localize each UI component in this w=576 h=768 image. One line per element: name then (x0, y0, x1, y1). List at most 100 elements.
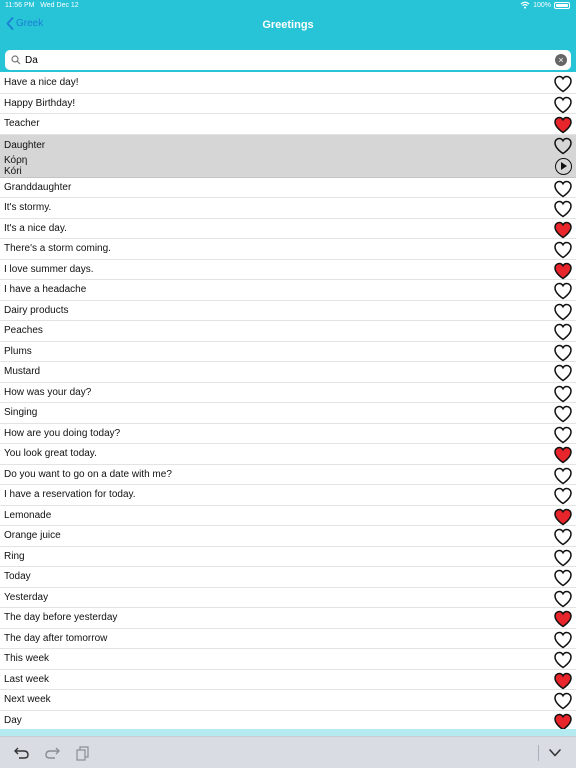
phrase-label: Last week (4, 673, 50, 685)
wifi-icon (520, 1, 530, 9)
heart-icon[interactable] (553, 74, 573, 93)
list-item[interactable]: It's stormy. (0, 198, 576, 219)
list-item[interactable]: Granddaughter (0, 178, 576, 198)
list-item[interactable]: Yesterday (0, 588, 576, 608)
phrase-label: The day after tomorrow (4, 632, 108, 644)
heart-icon[interactable] (553, 445, 573, 464)
chevron-down-icon[interactable] (546, 745, 564, 761)
list-item[interactable]: Mustard (0, 362, 576, 383)
heart-icon[interactable] (553, 712, 573, 731)
list-item[interactable]: How was your day? (0, 383, 576, 403)
list-item[interactable]: Have a nice day! (0, 73, 576, 94)
heart-icon[interactable] (553, 507, 573, 526)
heart-icon[interactable] (553, 609, 573, 628)
list-item[interactable]: You look great today. (0, 444, 576, 465)
phrase-label: Peaches (4, 325, 43, 336)
heart-icon[interactable] (553, 425, 573, 444)
phrase-label: It's stormy. (4, 202, 52, 213)
heart-icon[interactable] (553, 363, 573, 382)
heart-icon[interactable] (553, 302, 573, 321)
list-item[interactable]: Ring (0, 547, 576, 567)
heart-icon[interactable] (553, 343, 573, 362)
list-item[interactable]: I love summer days. (0, 260, 576, 280)
list-item[interactable]: Peaches (0, 321, 576, 342)
heart-icon[interactable] (553, 548, 573, 567)
list-item[interactable]: Happy Birthday! (0, 94, 576, 114)
phrase-label: The day before yesterday (4, 612, 118, 623)
keyboard-toolbar (0, 736, 576, 768)
heart-icon[interactable] (553, 589, 573, 608)
heart-icon[interactable] (553, 281, 573, 300)
phrase-label: Today (4, 571, 31, 582)
phrase-label: Happy Birthday! (4, 97, 76, 109)
phrase-label: There's a storm coming. (4, 243, 111, 254)
heart-icon[interactable] (553, 486, 573, 505)
list-item[interactable]: Lemonade (0, 506, 576, 526)
phrase-label: I love summer days. (4, 263, 94, 275)
top-bar: 11:56 PM Wed Dec 12 100% Greek Greetings… (0, 0, 576, 72)
list-item[interactable]: I have a headache (0, 280, 576, 301)
search-input[interactable] (25, 52, 545, 68)
clear-icon[interactable]: × (555, 54, 567, 66)
transliteration: Kóri (4, 165, 22, 177)
phrase-label: Do you want to go on a date with me? (4, 468, 172, 480)
toolbar-separator (538, 745, 539, 761)
list-item[interactable]: I have a reservation for today. (0, 485, 576, 506)
phrase-label: Next week (4, 694, 51, 705)
phrase-label: Have a nice day! (4, 77, 79, 88)
undo-icon[interactable] (13, 745, 31, 761)
heart-icon[interactable] (553, 650, 573, 669)
list-item[interactable]: The day before yesterday (0, 608, 576, 629)
list-item[interactable]: Next week (0, 690, 576, 711)
heart-icon[interactable] (553, 404, 573, 423)
redo-icon[interactable] (43, 745, 61, 761)
list-item[interactable]: Singing (0, 403, 576, 424)
list-item[interactable]: Teacher (0, 114, 576, 135)
phrase-label: Lemonade (4, 509, 52, 521)
paste-icon[interactable] (74, 745, 92, 761)
list-item[interactable]: Plums (0, 342, 576, 362)
status-right: 100% (520, 1, 570, 9)
heart-icon[interactable] (553, 630, 573, 649)
heart-icon[interactable] (553, 179, 573, 198)
list-item[interactable]: Dairy products (0, 301, 576, 321)
play-icon[interactable] (555, 157, 572, 175)
phrase-label: Daughter (4, 139, 46, 151)
heart-icon[interactable] (553, 384, 573, 403)
list-item[interactable]: How are you doing today? (0, 424, 576, 444)
list-item[interactable]: Last week (0, 670, 576, 690)
heart-icon[interactable] (553, 240, 573, 259)
phrase-label: I have a reservation for today. (4, 489, 136, 500)
heart-icon[interactable] (553, 95, 573, 114)
heart-icon[interactable] (553, 115, 573, 134)
search-icon (11, 55, 21, 65)
phrase-label: You look great today. (4, 448, 97, 459)
list-item[interactable]: This week (0, 649, 576, 670)
heart-icon[interactable] (553, 466, 573, 485)
phrase-label: Day (4, 714, 22, 726)
list-item[interactable]: Do you want to go on a date with me? (0, 465, 576, 485)
phrase-label: Mustard (4, 366, 41, 377)
phrase-label: It's a nice day. (4, 222, 67, 234)
list-item[interactable]: There's a storm coming. (0, 239, 576, 260)
list-item[interactable]: It's a nice day. (0, 219, 576, 239)
list-item[interactable]: Today (0, 567, 576, 588)
heart-icon[interactable] (553, 261, 573, 280)
search-bar: × (5, 50, 571, 70)
heart-icon[interactable] (553, 220, 573, 239)
heart-icon[interactable] (553, 136, 573, 155)
heart-icon[interactable] (553, 691, 573, 710)
phrase-label: Singing (4, 407, 38, 418)
battery-percent: 100% (533, 1, 551, 9)
list-item[interactable]: The day after tomorrow (0, 629, 576, 649)
phrase-label: Teacher (4, 118, 40, 129)
heart-icon[interactable] (553, 568, 573, 587)
phrase-label: This week (4, 653, 50, 664)
list-item[interactable]: Orange juice (0, 526, 576, 547)
heart-icon[interactable] (553, 199, 573, 218)
heart-icon[interactable] (553, 671, 573, 690)
heart-icon[interactable] (553, 527, 573, 546)
list-item[interactable]: Daughter Κόρη Kóri (0, 134, 576, 178)
list-item[interactable]: Day (0, 711, 576, 731)
heart-icon[interactable] (553, 322, 573, 341)
